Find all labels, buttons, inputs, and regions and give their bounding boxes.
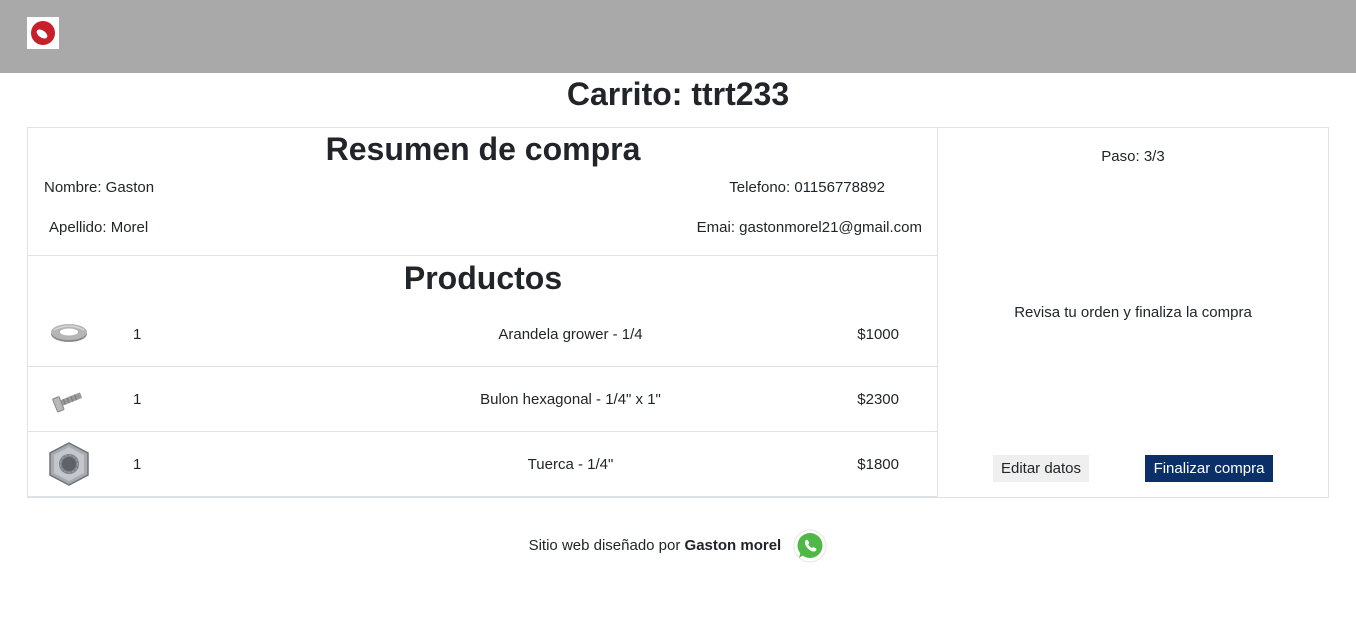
products-title: Productos	[403, 260, 563, 296]
bolt-icon	[46, 377, 92, 423]
checkout-panel: Paso: 3/3 Revisa tu orden y finaliza la …	[938, 128, 1328, 497]
logo-icon[interactable]	[27, 17, 59, 49]
hex-nut-icon	[46, 441, 92, 487]
customer-lastname: Apellido: Morel	[49, 219, 149, 236]
product-qty: 1	[133, 456, 142, 473]
step-indicator: Paso: 3/3	[1101, 148, 1165, 165]
product-name: Arandela grower - 1/4	[498, 326, 643, 343]
product-price: $2300	[857, 391, 899, 408]
customer-phone: Telefono: 01156778892	[729, 179, 885, 196]
summary-title: Resumen de compra	[325, 131, 641, 167]
customer-email: Emai: gastonmorel21@gmail.com	[696, 219, 922, 236]
whatsapp-icon[interactable]	[793, 529, 827, 563]
footer-author: Gaston morel	[684, 537, 782, 555]
review-message: Revisa tu orden y finaliza la compra	[1014, 304, 1252, 321]
order-card: Resumen de compra Nombre: Gaston Apellid…	[27, 127, 1329, 498]
product-name: Tuerca - 1/4"	[527, 456, 614, 473]
customer-name: Nombre: Gaston	[44, 179, 155, 196]
footer-text: Sitio web diseñado por	[528, 537, 681, 555]
product-qty: 1	[133, 326, 142, 343]
finish-purchase-button[interactable]: Finalizar compra	[1145, 455, 1273, 482]
product-row: 1 Tuerca - 1/4" $1800	[28, 432, 938, 497]
product-name: Bulon hexagonal - 1/4" x 1"	[480, 391, 661, 408]
divider	[28, 255, 938, 256]
washer-icon	[46, 310, 92, 356]
edit-data-button[interactable]: Editar datos	[993, 455, 1089, 482]
product-qty: 1	[133, 391, 142, 408]
product-price: $1000	[857, 326, 899, 343]
page-title: Carrito: ttrt233	[566, 76, 790, 112]
product-row: 1 Bulon hexagonal - 1/4" x 1" $2300	[28, 367, 938, 432]
product-price: $1800	[857, 456, 899, 473]
order-summary-panel: Resumen de compra Nombre: Gaston Apellid…	[28, 128, 938, 497]
navbar	[0, 0, 1356, 73]
product-row: 1 Arandela grower - 1/4 $1000	[28, 302, 938, 367]
footer: Sitio web diseñado por Gaston morel	[0, 528, 1356, 564]
